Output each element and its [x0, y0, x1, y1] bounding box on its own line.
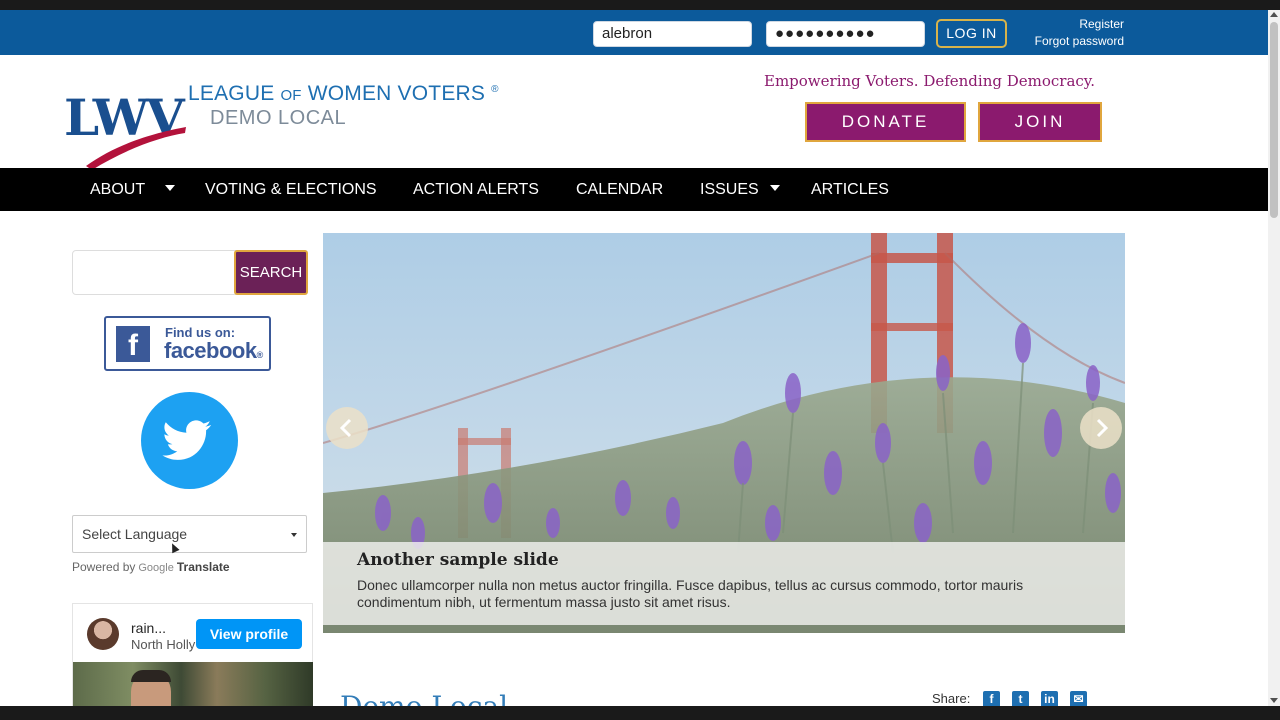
search-box: SEARCH: [72, 250, 308, 295]
tagline: Empowering Voters. Defending Democracy.: [764, 72, 1096, 90]
page-scrollbar[interactable]: [1268, 10, 1280, 706]
nav-issues[interactable]: ISSUES: [700, 168, 759, 211]
instagram-photo[interactable]: [73, 662, 313, 706]
org-subtitle: DEMO LOCAL: [210, 107, 347, 129]
twitter-bird-icon: [162, 420, 212, 460]
instagram-username[interactable]: rain...: [131, 620, 166, 636]
instagram-location: North Holly: [131, 637, 196, 652]
scrollbar-thumb[interactable]: [1270, 22, 1278, 218]
scroll-up-icon[interactable]: [1270, 12, 1278, 17]
logo-text: LWV: [64, 88, 186, 147]
forgot-password-link[interactable]: Forgot password: [1010, 33, 1124, 50]
login-button[interactable]: LOG IN: [936, 19, 1007, 48]
org-name[interactable]: LEAGUE OF WOMEN VOTERS ®: [188, 82, 499, 106]
search-input[interactable]: [73, 251, 233, 294]
translate-link[interactable]: Translate: [177, 560, 230, 574]
share-twitter-icon[interactable]: t: [1012, 691, 1029, 706]
nav-action-alerts[interactable]: ACTION ALERTS: [413, 168, 539, 211]
search-button[interactable]: SEARCH: [234, 250, 308, 295]
slider-prev-button[interactable]: [326, 407, 368, 449]
view-profile-button[interactable]: View profile: [196, 619, 302, 649]
facebook-icon: f: [116, 326, 150, 362]
main-nav: ABOUT VOTING & ELECTIONS ACTION ALERTS C…: [0, 168, 1268, 211]
share-facebook-icon[interactable]: f: [983, 691, 1000, 706]
instagram-widget: rain... North Holly View profile: [72, 603, 313, 706]
twitter-icon[interactable]: [141, 392, 238, 489]
password-input[interactable]: ●●●●●●●●●●: [766, 21, 925, 47]
slider-next-button[interactable]: [1080, 407, 1122, 449]
nav-calendar[interactable]: CALENDAR: [576, 168, 663, 211]
avatar[interactable]: [87, 618, 119, 650]
chevron-right-icon: [1096, 418, 1109, 438]
chevron-left-icon: [339, 418, 352, 438]
slide-text: Donec ullamcorper nulla non metus auctor…: [357, 577, 1024, 610]
photo-hair: [131, 670, 171, 682]
slide-title[interactable]: Another sample slide: [357, 550, 559, 570]
browser-viewport: alebron ●●●●●●●●●● LOG IN Register Forgo…: [0, 10, 1268, 706]
page-title: Demo Local: [340, 690, 508, 706]
lwv-logo[interactable]: LWV: [64, 80, 189, 170]
language-select[interactable]: Select Language: [72, 515, 307, 553]
share-email-icon[interactable]: ✉: [1070, 691, 1087, 706]
username-input[interactable]: alebron: [593, 21, 752, 47]
hero-slider[interactable]: Another sample slide Donec ullamcorper n…: [323, 233, 1125, 633]
nav-articles[interactable]: ARTICLES: [811, 168, 889, 211]
slide-caption: Another sample slide Donec ullamcorper n…: [323, 542, 1125, 625]
login-bar: alebron ●●●●●●●●●● LOG IN Register Forgo…: [0, 10, 1268, 55]
chevron-down-icon: [291, 533, 297, 537]
nav-voting-elections[interactable]: VOTING & ELECTIONS: [205, 168, 377, 211]
scroll-down-icon[interactable]: [1270, 698, 1278, 703]
account-links: Register Forgot password: [1010, 16, 1124, 50]
facebook-badge[interactable]: f Find us on: facebook®: [104, 316, 271, 371]
share-linkedin-icon[interactable]: in: [1041, 691, 1058, 706]
join-button[interactable]: JOIN: [978, 102, 1102, 142]
window-bottom-edge: [0, 706, 1280, 720]
google-translate-credit: Powered by Google Translate: [72, 560, 230, 574]
issues-dropdown-caret-icon[interactable]: [770, 185, 780, 191]
share-label: Share:: [932, 691, 971, 706]
facebook-wordmark: facebook®: [164, 338, 263, 363]
nav-about[interactable]: ABOUT: [90, 168, 145, 211]
register-link[interactable]: Register: [1010, 16, 1124, 33]
about-dropdown-caret-icon[interactable]: [165, 185, 175, 191]
google-logo: Google: [138, 562, 174, 574]
donate-button[interactable]: DONATE: [805, 102, 966, 142]
